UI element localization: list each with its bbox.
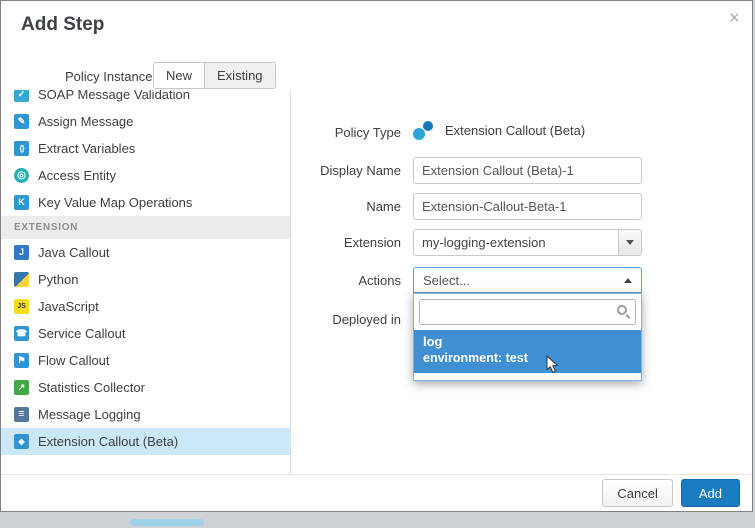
sidebar-item-label: Extension Callout (Beta) xyxy=(38,434,178,449)
extension-label: Extension xyxy=(261,235,401,250)
sidebar-item-extension-callout-beta[interactable]: Extension Callout (Beta) xyxy=(1,428,290,455)
chevron-down-icon xyxy=(618,230,641,255)
sidebar-item-statistics-collector[interactable]: Statistics Collector xyxy=(1,374,290,401)
name-label: Name xyxy=(261,199,401,214)
sidebar-item-label: Python xyxy=(38,272,78,287)
actions-dropdown: log environment: test xyxy=(413,293,642,381)
background-page-element xyxy=(130,519,204,526)
flow-callout-icon xyxy=(14,353,29,368)
add-button[interactable]: Add xyxy=(681,479,740,507)
sidebar-item-label: Extract Variables xyxy=(38,141,135,156)
policy-instance-label: Policy Instance xyxy=(65,69,152,84)
policy-type-value-row: Extension Callout (Beta) xyxy=(413,121,585,140)
action-option-log[interactable]: log environment: test xyxy=(414,330,641,373)
search-icon xyxy=(617,305,627,315)
display-name-input[interactable] xyxy=(413,157,642,184)
extract-variables-icon xyxy=(14,141,29,156)
java-callout-icon xyxy=(14,245,29,260)
modal-footer: Cancel Add xyxy=(1,474,752,511)
sidebar-item-label: JavaScript xyxy=(38,299,99,314)
sidebar-item-label: Access Entity xyxy=(38,168,116,183)
sidebar-item-label: Assign Message xyxy=(38,114,133,129)
sidebar-item-soap-message-validation[interactable]: SOAP Message Validation xyxy=(1,90,290,108)
actions-label: Actions xyxy=(261,273,401,288)
python-icon xyxy=(14,272,29,287)
statistics-collector-icon xyxy=(14,380,29,395)
policy-instance-toggle: New Existing xyxy=(153,62,276,89)
mouse-cursor-icon xyxy=(546,355,559,379)
add-step-modal: Add Step × Policy Instance New Existing … xyxy=(0,0,753,512)
assign-message-icon xyxy=(14,114,29,129)
javascript-icon xyxy=(14,299,29,314)
actions-select[interactable]: Select... xyxy=(413,267,642,293)
access-entity-icon xyxy=(14,168,29,183)
sidebar-item-label: Flow Callout xyxy=(38,353,110,368)
service-callout-icon xyxy=(14,326,29,341)
actions-search-wrap xyxy=(419,299,636,325)
option-title: log xyxy=(423,333,632,350)
close-icon[interactable]: × xyxy=(729,9,740,28)
sidebar-item-flow-callout[interactable]: Flow Callout xyxy=(1,347,290,374)
key-value-map-icon xyxy=(14,195,29,210)
cancel-button[interactable]: Cancel xyxy=(602,479,672,507)
sidebar-item-label: Java Callout xyxy=(38,245,110,260)
sidebar-item-message-logging[interactable]: Message Logging xyxy=(1,401,290,428)
sidebar-item-label: Statistics Collector xyxy=(38,380,145,395)
sidebar-item-extract-variables[interactable]: Extract Variables xyxy=(1,135,290,162)
sidebar-item-label: Message Logging xyxy=(38,407,141,422)
extension-select[interactable]: my-logging-extension xyxy=(413,229,642,256)
extension-policy-icon xyxy=(413,121,434,140)
toggle-new[interactable]: New xyxy=(154,63,204,88)
chevron-up-icon xyxy=(624,278,632,283)
deployed-in-label: Deployed in xyxy=(261,312,401,327)
sidebar-item-javascript[interactable]: JavaScript xyxy=(1,293,290,320)
sidebar-item-access-entity[interactable]: Access Entity xyxy=(1,162,290,189)
sidebar-item-service-callout[interactable]: Service Callout xyxy=(1,320,290,347)
extension-callout-icon xyxy=(14,434,29,449)
toggle-existing[interactable]: Existing xyxy=(204,63,275,88)
actions-select-placeholder: Select... xyxy=(423,273,470,288)
modal-title: Add Step xyxy=(21,14,104,36)
policy-list: SOAP Message Validation Assign Message E… xyxy=(1,90,291,475)
extension-select-value: my-logging-extension xyxy=(414,230,618,255)
policy-type-label: Policy Type xyxy=(261,125,401,140)
sidebar-item-java-callout[interactable]: Java Callout xyxy=(1,239,290,266)
soap-validation-icon xyxy=(14,90,29,102)
sidebar-item-label: SOAP Message Validation xyxy=(38,90,190,102)
actions-search-input[interactable] xyxy=(419,299,636,325)
display-name-label: Display Name xyxy=(261,163,401,178)
sidebar-item-python[interactable]: Python xyxy=(1,266,290,293)
sidebar-item-key-value-map-operations[interactable]: Key Value Map Operations xyxy=(1,189,290,216)
sidebar-item-label: Service Callout xyxy=(38,326,125,341)
policy-type-value: Extension Callout (Beta) xyxy=(445,123,585,138)
option-subtitle: environment: test xyxy=(423,350,632,367)
name-input[interactable] xyxy=(413,193,642,220)
sidebar-section-extension: EXTENSION xyxy=(1,216,290,239)
sidebar-item-label: Key Value Map Operations xyxy=(38,195,192,210)
message-logging-icon xyxy=(14,407,29,422)
sidebar-item-assign-message[interactable]: Assign Message xyxy=(1,108,290,135)
